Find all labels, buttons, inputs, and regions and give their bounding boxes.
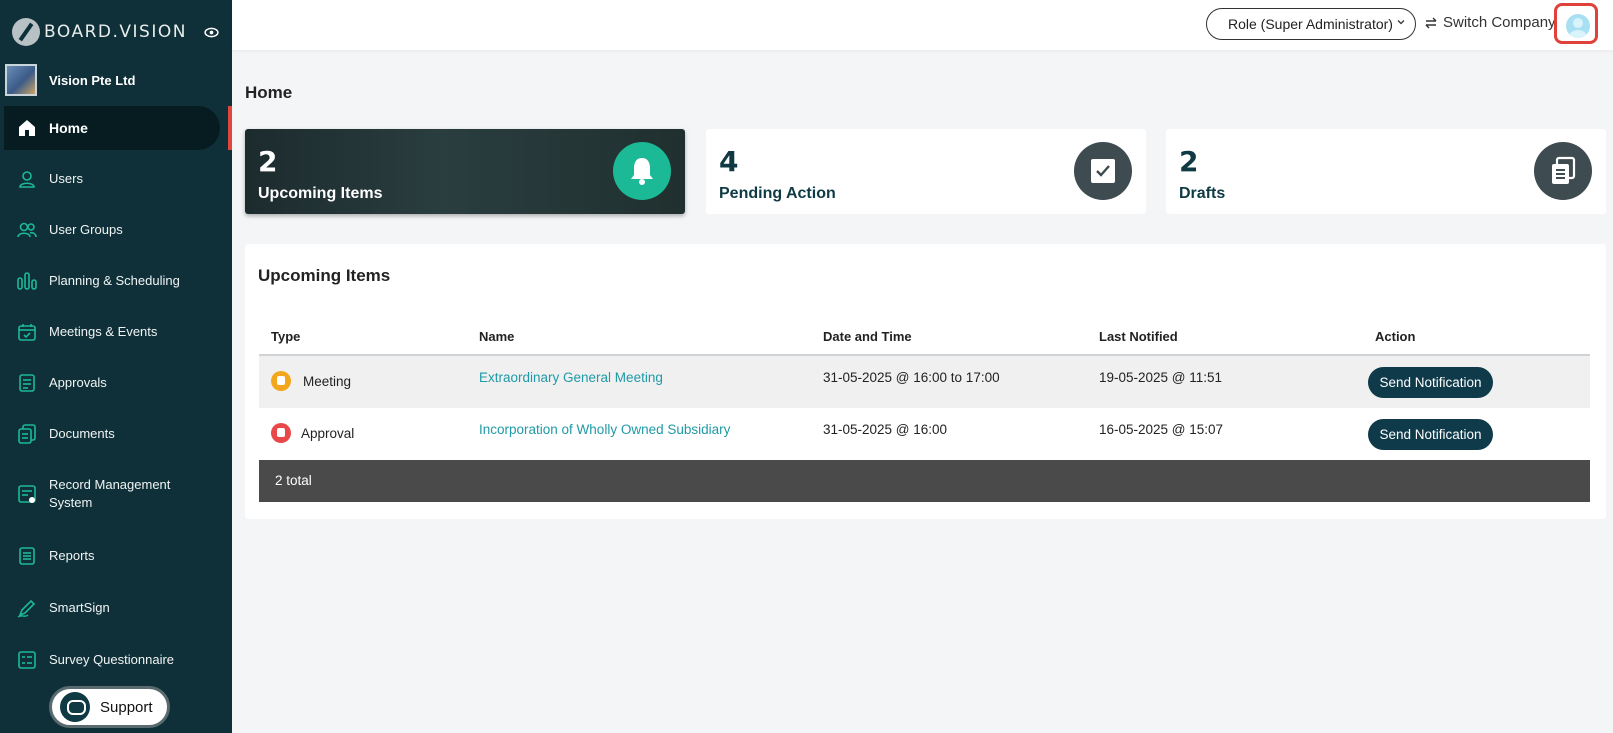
sidebar-item-home[interactable]: Home — [4, 106, 220, 150]
pen-icon — [17, 599, 36, 618]
chart-bars-icon — [17, 272, 37, 290]
column-header-name[interactable]: Name — [479, 329, 514, 344]
calendar-icon — [18, 324, 36, 341]
role-select[interactable]: Role (Super Administrator) — [1206, 8, 1416, 40]
column-header-action: Action — [1375, 329, 1416, 344]
stat-label: Pending Action — [719, 185, 836, 202]
documents-icon — [18, 424, 36, 444]
sidebar-item-smartsign[interactable]: SmartSign — [0, 586, 232, 630]
reports-icon — [19, 547, 35, 565]
sidebar-item-planning-scheduling[interactable]: Planning & Scheduling — [0, 259, 232, 303]
stat-value: 4 — [719, 145, 739, 178]
sidebar-item-label: SmartSign — [49, 600, 110, 615]
sidebar-item-user-groups[interactable]: User Groups — [0, 208, 232, 252]
bell-icon — [613, 142, 671, 200]
sidebar-item-label: Planning & Scheduling — [49, 273, 180, 288]
row-type: Approval — [301, 426, 355, 441]
brand-name: BOARD.VISION — [44, 22, 187, 42]
row-datetime: 31-05-2025 @ 16:00 — [823, 422, 948, 437]
user-groups-icon — [17, 222, 37, 238]
meeting-icon — [271, 371, 291, 391]
sidebar-item-label: Survey Questionnaire — [49, 652, 175, 667]
row-name-link[interactable]: Incorporation of Wholly Owned Subsidiary — [479, 422, 730, 437]
sidebar-item-label: Documents — [49, 426, 115, 441]
board-vision-logo-icon — [12, 18, 40, 46]
sidebar-item-label: Record Management System — [49, 477, 171, 510]
stat-label: Upcoming Items — [258, 185, 383, 202]
sidebar-item-reports[interactable]: Reports — [0, 534, 232, 578]
table-header: Type Name Date and Time Last Notified Ac… — [259, 316, 1590, 356]
row-last-notified: 19-05-2025 @ 11:51 — [1099, 370, 1223, 385]
column-header-datetime[interactable]: Date and Time — [823, 329, 912, 344]
stat-card-upcoming[interactable]: 2 Upcoming Items — [245, 129, 685, 214]
chevron-down-icon — [1397, 20, 1405, 25]
approval-icon — [271, 423, 291, 443]
checkbox-icon — [1074, 142, 1132, 200]
stat-value: 2 — [1179, 145, 1199, 178]
sidebar-item-label: Home — [49, 120, 88, 136]
sidebar-item-approvals[interactable]: Approvals — [0, 361, 232, 405]
support-button[interactable]: Support — [49, 686, 170, 728]
panel-title: Upcoming Items — [258, 266, 391, 285]
stat-label: Drafts — [1179, 185, 1226, 202]
row-datetime: 31-05-2025 @ 16:00 to 17:00 — [823, 370, 1000, 385]
company-switcher[interactable]: Vision Pte Ltd — [5, 64, 135, 96]
sidebar: BOARD.VISION Vision Pte Ltd Home Users U… — [0, 0, 232, 733]
role-select-value: Role (Super Administrator) — [1228, 16, 1393, 32]
chat-support-icon — [60, 692, 90, 722]
switch-company-label: Switch Company — [1443, 14, 1556, 31]
page-title: Home — [245, 83, 293, 102]
sidebar-item-record-management[interactable]: Record Management System — [0, 472, 232, 516]
sidebar-item-users[interactable]: Users — [0, 157, 232, 201]
company-logo — [5, 64, 37, 96]
total-count: 2 total — [275, 473, 312, 488]
table-row: Meeting Extraordinary General Meeting 31… — [259, 356, 1590, 408]
approval-doc-icon — [19, 374, 35, 392]
table-row: Approval Incorporation of Wholly Owned S… — [259, 408, 1590, 460]
record-icon — [18, 485, 36, 503]
sidebar-item-meetings-events[interactable]: Meetings & Events — [0, 310, 232, 354]
user-avatar-button[interactable] — [1554, 3, 1598, 44]
send-notification-button[interactable]: Send Notification — [1368, 367, 1493, 398]
upcoming-items-table: Type Name Date and Time Last Notified Ac… — [259, 316, 1590, 502]
column-header-type[interactable]: Type — [271, 329, 300, 344]
avatar-icon — [1566, 14, 1590, 38]
row-name-link[interactable]: Extraordinary General Meeting — [479, 370, 663, 385]
row-last-notified: 16-05-2025 @ 15:07 — [1099, 422, 1224, 437]
stat-value: 2 — [258, 145, 278, 178]
drafts-icon — [1534, 142, 1592, 200]
table-footer: 2 total — [259, 460, 1590, 502]
topbar: Role (Super Administrator) Switch Compan… — [232, 0, 1613, 50]
sidebar-item-documents[interactable]: Documents — [0, 412, 232, 456]
support-label: Support — [100, 698, 153, 716]
switch-company-button[interactable]: Switch Company — [1424, 14, 1556, 31]
swap-icon — [1425, 17, 1437, 28]
sidebar-item-label: User Groups — [49, 222, 123, 237]
sidebar-item-label: Meetings & Events — [49, 324, 158, 339]
row-type: Meeting — [303, 374, 352, 389]
upcoming-items-panel: Upcoming Items Type Name Date and Time L… — [245, 244, 1606, 519]
sidebar-item-label: Approvals — [49, 375, 107, 390]
brand-logo[interactable]: BOARD.VISION — [12, 18, 187, 46]
stat-card-drafts[interactable]: 2 Drafts — [1166, 129, 1606, 214]
stat-card-pending[interactable]: 4 Pending Action — [706, 129, 1146, 214]
company-name: Vision Pte Ltd — [49, 72, 136, 88]
sidebar-item-label: Reports — [49, 548, 95, 563]
eye-toggle-icon[interactable] — [204, 27, 219, 38]
user-icon — [19, 171, 35, 188]
sidebar-item-survey-questionnaire[interactable]: Survey Questionnaire — [0, 638, 232, 682]
survey-icon — [18, 651, 36, 669]
home-icon — [19, 120, 35, 136]
sidebar-item-label: Users — [49, 171, 83, 186]
column-header-last-notified[interactable]: Last Notified — [1099, 329, 1178, 344]
send-notification-button[interactable]: Send Notification — [1368, 419, 1493, 450]
active-indicator — [228, 106, 232, 150]
